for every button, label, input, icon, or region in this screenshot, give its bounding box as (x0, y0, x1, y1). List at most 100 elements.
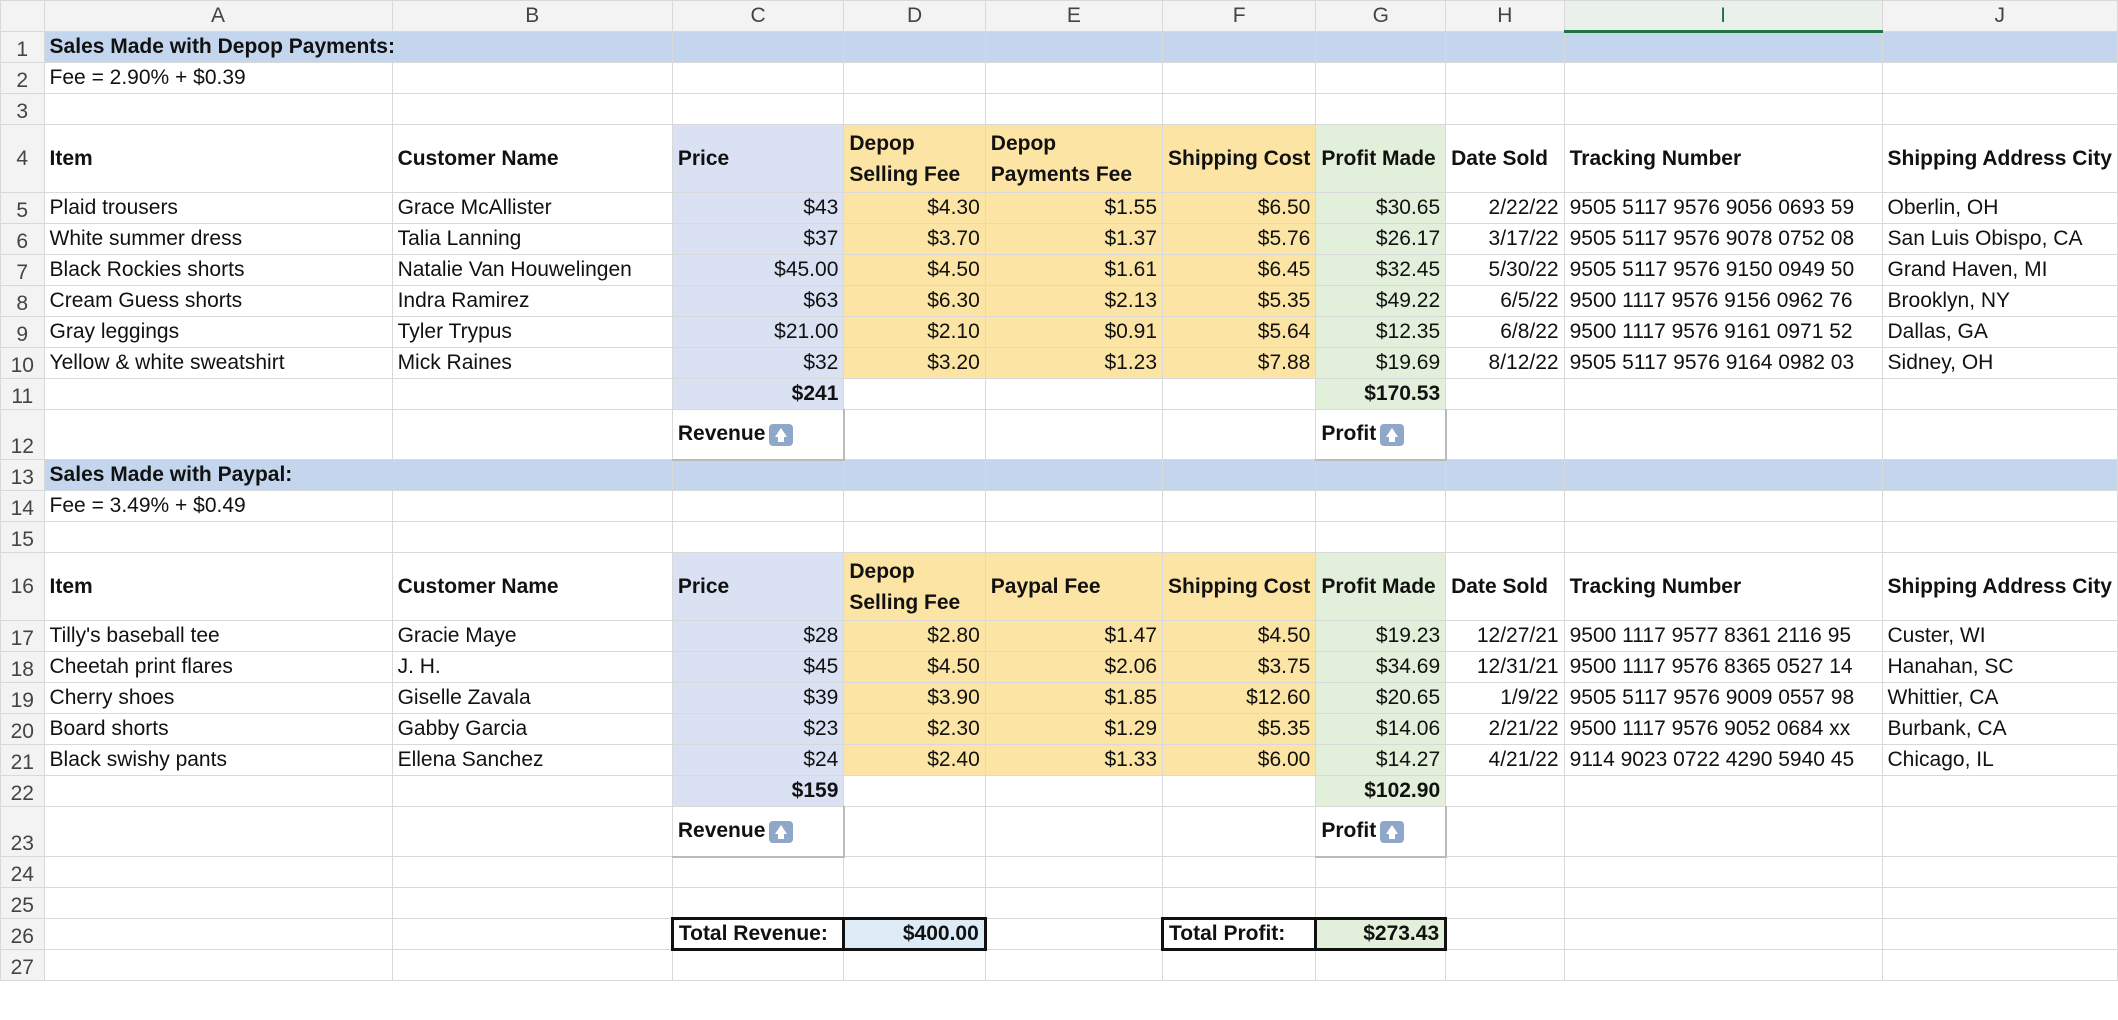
city-cell[interactable]: Custer, WI (1881, 620, 2118, 652)
fee-note[interactable]: Fee = 3.49% + $0.49 (43, 490, 393, 522)
customer-cell[interactable]: Gracie Maye (391, 620, 673, 652)
row-header[interactable]: 9 (0, 316, 45, 348)
item-cell[interactable]: Black swishy pants (43, 744, 393, 776)
cell[interactable] (1563, 949, 1883, 981)
cell[interactable] (843, 806, 986, 857)
header-customer[interactable]: Customer Name (391, 552, 673, 621)
total-price-cell[interactable]: $241 (671, 378, 845, 410)
row-header[interactable]: 1 (0, 31, 45, 63)
cell[interactable] (1445, 806, 1565, 857)
cell[interactable] (1162, 806, 1317, 857)
tracking-cell[interactable]: 9500 1117 9577 8361 2116 95 (1563, 620, 1883, 652)
row-header[interactable]: 26 (0, 918, 45, 950)
cell[interactable] (391, 490, 673, 522)
date-cell[interactable]: 2/21/22 (1445, 713, 1565, 745)
header-tracking[interactable]: Tracking Number (1563, 124, 1883, 193)
customer-cell[interactable]: J. H. (391, 651, 673, 683)
cell[interactable] (843, 521, 986, 553)
customer-cell[interactable]: Giselle Zavala (391, 682, 673, 714)
cell[interactable] (1881, 378, 2118, 410)
cell[interactable] (1445, 378, 1565, 410)
cell[interactable] (671, 521, 845, 553)
cell[interactable] (1445, 62, 1565, 94)
item-cell[interactable]: Tilly's baseball tee (43, 620, 393, 652)
cell[interactable] (843, 949, 986, 981)
cell[interactable] (843, 93, 986, 125)
city-cell[interactable]: Whittier, CA (1881, 682, 2118, 714)
date-cell[interactable]: 4/21/22 (1445, 744, 1565, 776)
row-header[interactable]: 22 (0, 775, 45, 807)
cell[interactable] (1162, 459, 1317, 491)
row-header[interactable]: 14 (0, 490, 45, 522)
payment-fee-cell[interactable]: $1.55 (984, 192, 1164, 224)
total-profit-cell[interactable]: $170.53 (1315, 378, 1447, 410)
date-cell[interactable]: 12/31/21 (1445, 651, 1565, 683)
row-header[interactable]: 18 (0, 651, 45, 683)
cell[interactable] (1162, 490, 1317, 522)
header-shipping-cost[interactable]: Shipping Cost (1162, 124, 1317, 193)
payment-fee-cell[interactable]: $1.33 (984, 744, 1164, 776)
row-header[interactable]: 12 (0, 409, 45, 460)
cell[interactable] (1881, 775, 2118, 807)
cell[interactable] (1162, 93, 1317, 125)
cell[interactable] (671, 887, 845, 919)
cell[interactable] (43, 806, 393, 857)
profit-cell[interactable]: $14.27 (1315, 744, 1447, 776)
cell[interactable] (1881, 409, 2118, 460)
cell[interactable] (1315, 856, 1447, 888)
selling-fee-cell[interactable]: $2.30 (843, 713, 986, 745)
cell[interactable] (843, 31, 986, 63)
cell[interactable] (984, 949, 1164, 981)
cell[interactable] (1162, 62, 1317, 94)
section-title[interactable]: Sales Made with Depop Payments: (43, 31, 673, 63)
selling-fee-cell[interactable]: $3.20 (843, 347, 986, 379)
cell[interactable] (43, 409, 393, 460)
cell[interactable] (843, 490, 986, 522)
cell[interactable] (1445, 93, 1565, 125)
price-cell[interactable]: $32 (671, 347, 845, 379)
date-cell[interactable]: 1/9/22 (1445, 682, 1565, 714)
cell[interactable] (1445, 459, 1565, 491)
item-cell[interactable]: White summer dress (43, 223, 393, 255)
selling-fee-cell[interactable]: $3.90 (843, 682, 986, 714)
shipping-cell[interactable]: $5.35 (1162, 285, 1317, 317)
cell[interactable] (984, 775, 1164, 807)
price-cell[interactable]: $28 (671, 620, 845, 652)
payment-fee-cell[interactable]: $2.06 (984, 651, 1164, 683)
header-paypal-fee[interactable]: Paypal Fee (984, 552, 1164, 621)
item-cell[interactable]: Yellow & white sweatshirt (43, 347, 393, 379)
cell[interactable] (1563, 62, 1883, 94)
row-header[interactable]: 20 (0, 713, 45, 745)
payment-fee-cell[interactable]: $2.13 (984, 285, 1164, 317)
cell[interactable] (391, 887, 673, 919)
cell[interactable] (1315, 459, 1447, 491)
row-header[interactable]: 3 (0, 93, 45, 125)
cell[interactable] (984, 521, 1164, 553)
cell[interactable] (1881, 949, 2118, 981)
cell[interactable] (671, 31, 845, 63)
customer-cell[interactable]: Gabby Garcia (391, 713, 673, 745)
cell[interactable] (391, 409, 673, 460)
selling-fee-cell[interactable]: $6.30 (843, 285, 986, 317)
cell[interactable] (1563, 93, 1883, 125)
column-header-e[interactable]: E (984, 0, 1164, 32)
cell[interactable] (1445, 490, 1565, 522)
price-cell[interactable]: $24 (671, 744, 845, 776)
row-header[interactable]: 25 (0, 887, 45, 919)
header-item[interactable]: Item (43, 552, 393, 621)
selling-fee-cell[interactable]: $2.80 (843, 620, 986, 652)
cell[interactable] (1315, 887, 1447, 919)
cell[interactable] (1881, 459, 2118, 491)
price-cell[interactable]: $39 (671, 682, 845, 714)
revenue-label-cell[interactable]: Revenue (671, 806, 845, 858)
customer-cell[interactable]: Talia Lanning (391, 223, 673, 255)
profit-cell[interactable]: $26.17 (1315, 223, 1447, 255)
tracking-cell[interactable]: 9500 1117 9576 9156 0962 76 (1563, 285, 1883, 317)
item-cell[interactable]: Gray leggings (43, 316, 393, 348)
cell[interactable] (1881, 490, 2118, 522)
cell[interactable] (1315, 521, 1447, 553)
header-depop-selling-fee[interactable]: Depop Selling Fee (843, 552, 986, 621)
cell[interactable] (1162, 887, 1317, 919)
price-cell[interactable]: $45.00 (671, 254, 845, 286)
cell[interactable] (1881, 806, 2118, 857)
